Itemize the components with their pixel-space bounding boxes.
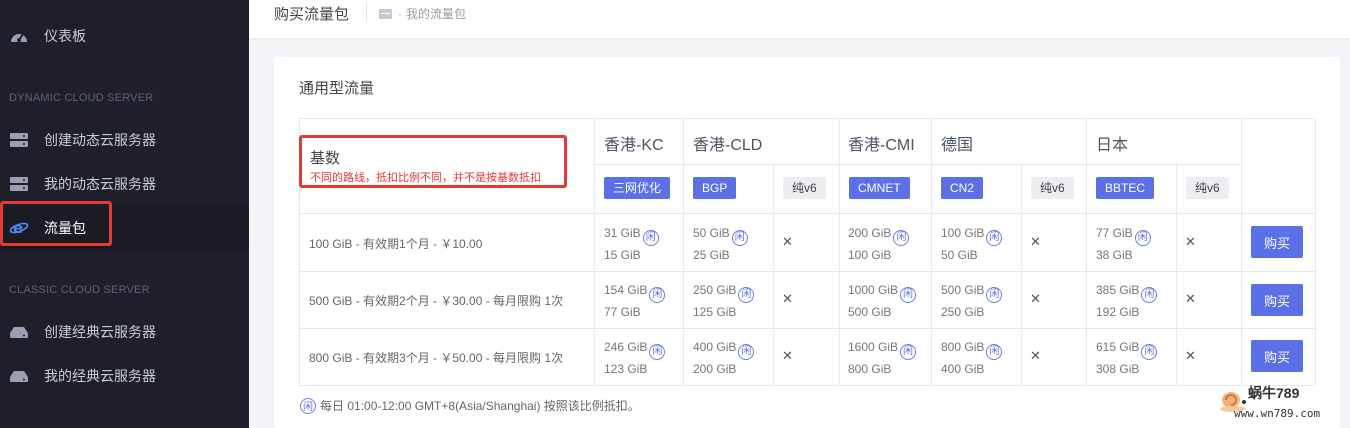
sidebar-item-label: 仪表板: [44, 28, 86, 44]
idle-badge-icon: 闲: [1141, 343, 1158, 360]
idle-badge-icon: 闲: [986, 343, 1003, 360]
idle-badge-icon: 闲: [300, 397, 316, 414]
unavailable-icon: ✕: [782, 348, 793, 363]
value-cell: 800 GiB 闲 400 GiB: [941, 338, 1003, 379]
sidebar-item-label: 创建经典云服务器: [44, 324, 156, 340]
unavailable-icon: ✕: [1185, 348, 1196, 363]
unavailable-icon: ✕: [1030, 348, 1041, 363]
sidebar-item-my-classic[interactable]: 我的经典云服务器: [0, 354, 249, 398]
idle-badge-icon: 闲: [893, 229, 910, 246]
tag-badge: 纯v6: [1186, 177, 1229, 199]
value-cell: 77 GiB 闲 38 GiB: [1096, 224, 1151, 265]
cloud-server-icon: [9, 367, 29, 385]
idle-badge-icon: 闲: [738, 286, 755, 303]
tag-badge: 纯v6: [783, 177, 826, 199]
server-icon: [9, 131, 29, 149]
sidebar-item-label: 创建动态云服务器: [44, 132, 156, 148]
value-cell: 31 GiB 闲 15 GiB: [604, 224, 659, 265]
footnote: 闲 每日 01:00-12:00 GMT+8(Asia/Shanghai) 按照…: [300, 397, 640, 414]
divider: [366, 2, 367, 22]
idle-badge-icon: 闲: [649, 286, 666, 303]
value-cell: 1600 GiB 闲 800 GiB: [848, 338, 917, 379]
value-cell: 154 GiB 闲 77 GiB: [604, 281, 666, 322]
idle-badge-icon: 闲: [1134, 229, 1151, 246]
buy-button[interactable]: 购买: [1251, 340, 1303, 372]
watermark-url: www.wn789.com: [1234, 407, 1321, 420]
row-label: 800 GiB - 有效期3个月 - ￥50.00 - 每月限购 1次: [309, 351, 564, 365]
value-cell: 50 GiB 闲 25 GiB: [693, 224, 748, 265]
topbar: 购买流量包 · 我的流量包: [249, 0, 1350, 38]
value-cell: 200 GiB 闲 100 GiB: [848, 224, 910, 265]
idle-badge-icon: 闲: [900, 343, 917, 360]
idle-badge-icon: 闲: [731, 229, 748, 246]
idle-badge-icon: 闲: [738, 343, 755, 360]
unavailable-icon: ✕: [782, 291, 793, 306]
card-title: 通用型流量: [299, 80, 375, 97]
region-hk-cmi: 香港-CMI: [848, 137, 915, 154]
region-japan: 日本: [1096, 137, 1129, 154]
buy-button[interactable]: 购买: [1251, 226, 1303, 258]
watermark: 蜗牛789 www.wn789.com: [1214, 381, 1339, 425]
breadcrumb: · 我的流量包: [379, 5, 466, 22]
home-icon: [379, 8, 392, 19]
value-cell: 385 GiB 闲 192 GiB: [1096, 281, 1158, 322]
region-germany: 德国: [941, 137, 974, 154]
sidebar-item-my-dynamic[interactable]: 我的动态云服务器: [0, 162, 249, 206]
value-cell: 400 GiB 闲 200 GiB: [693, 338, 755, 379]
idle-badge-icon: 闲: [1141, 286, 1158, 303]
tag-badge: 三网优化: [604, 177, 671, 199]
breadcrumb-item[interactable]: 我的流量包: [406, 5, 466, 22]
idle-badge-icon: 闲: [642, 229, 659, 246]
row-label: 100 GiB - 有效期1个月 - ￥10.00: [309, 237, 483, 251]
unavailable-icon: ✕: [1030, 234, 1041, 249]
value-cell: 615 GiB 闲 308 GiB: [1096, 338, 1158, 379]
row-label: 500 GiB - 有效期2个月 - ￥30.00 - 每月限购 1次: [309, 294, 564, 308]
value-cell: 250 GiB 闲 125 GiB: [693, 281, 755, 322]
tag-badge: CN2: [941, 177, 984, 199]
value-cell: 246 GiB 闲 123 GiB: [604, 338, 666, 379]
tag-badge: BBTEC: [1096, 177, 1155, 199]
section-title-dynamic: DYNAMIC CLOUD SERVER: [9, 92, 154, 104]
value-cell: 500 GiB 闲 250 GiB: [941, 281, 1003, 322]
unavailable-icon: ✕: [782, 234, 793, 249]
sidebar: 仪表板 DYNAMIC CLOUD SERVER 创建动态云服务器 我的动态云服…: [0, 0, 249, 428]
cloud-server-icon: [9, 323, 29, 341]
page-title: 购买流量包: [274, 6, 350, 23]
server-icon: [9, 175, 29, 193]
tag-badge: 纯v6: [1031, 177, 1074, 199]
highlight-box: [0, 201, 112, 246]
footnote-text: 每日 01:00-12:00 GMT+8(Asia/Shanghai) 按照该比…: [320, 399, 640, 413]
sidebar-item-create-classic[interactable]: 创建经典云服务器: [0, 310, 249, 354]
idle-badge-icon: 闲: [986, 286, 1003, 303]
unavailable-icon: ✕: [1185, 234, 1196, 249]
tag-badge: CMNET: [849, 177, 910, 199]
watermark-title: 蜗牛789: [1248, 385, 1300, 401]
value-cell: 100 GiB 闲 50 GiB: [941, 224, 1003, 265]
region-hk-cld: 香港-CLD: [693, 137, 763, 154]
unavailable-icon: ✕: [1030, 291, 1041, 306]
buy-button[interactable]: 购买: [1251, 284, 1303, 316]
idle-badge-icon: 闲: [649, 343, 666, 360]
sidebar-item-label: 我的动态云服务器: [44, 176, 156, 192]
sidebar-item-dashboard[interactable]: 仪表板: [0, 14, 249, 58]
sidebar-item-label: 我的经典云服务器: [44, 368, 156, 384]
region-hk-kc: 香港-KC: [604, 137, 664, 154]
tag-badge: BGP: [693, 177, 737, 199]
sidebar-item-create-dynamic[interactable]: 创建动态云服务器: [0, 118, 249, 162]
highlight-box: [299, 135, 567, 188]
idle-badge-icon: 闲: [900, 286, 917, 303]
dashboard-icon: [9, 27, 29, 45]
section-title-classic: CLASSIC CLOUD SERVER: [9, 284, 150, 296]
unavailable-icon: ✕: [1185, 291, 1196, 306]
value-cell: 1000 GiB 闲 500 GiB: [848, 281, 917, 322]
idle-badge-icon: 闲: [986, 229, 1003, 246]
